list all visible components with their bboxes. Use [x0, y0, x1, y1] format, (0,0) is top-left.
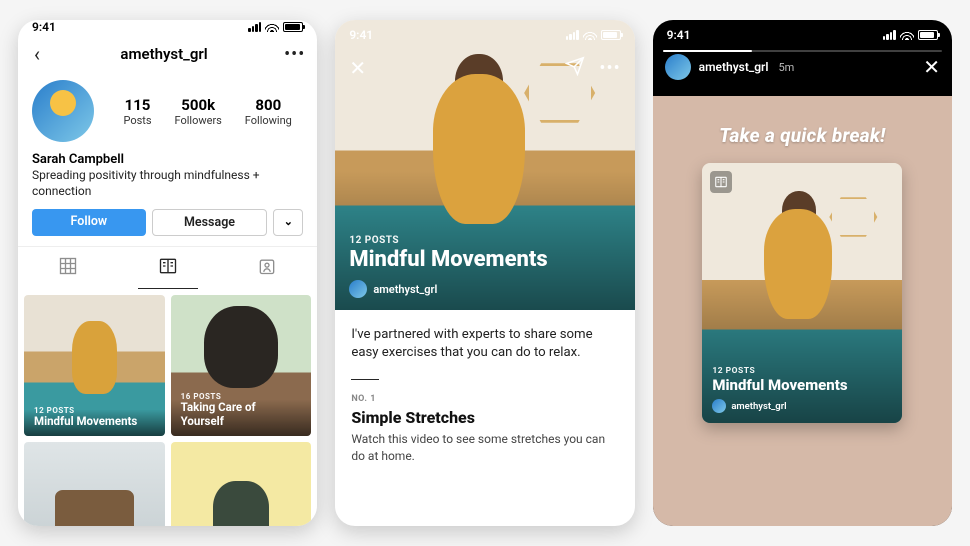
avatar[interactable]: [32, 80, 94, 142]
guides-icon: [158, 256, 178, 276]
story-guide-card[interactable]: 12 POSTS Mindful Movements amethyst_grl: [702, 163, 902, 423]
status-bar: 9:41: [335, 20, 634, 50]
story-headline: Take a quick break!: [719, 124, 885, 147]
cellular-icon: [248, 22, 261, 32]
paper-plane-icon: [565, 56, 585, 76]
story-card-text: 12 POSTS Mindful Movements amethyst_grl: [712, 366, 892, 414]
guide-title: Mindful Movements: [34, 415, 155, 428]
grid-icon: [58, 256, 78, 276]
status-bar: 9:41: [653, 20, 952, 50]
stat-following-num: 800: [245, 96, 292, 114]
guide-blurb: I've partnered with experts to share som…: [351, 326, 618, 363]
wifi-icon: [900, 30, 914, 40]
battery-icon: [918, 30, 938, 40]
guide-top-actions: ✕ •••: [335, 56, 634, 80]
tagged-icon: [257, 256, 277, 276]
guide-tile[interactable]: [171, 442, 312, 526]
cellular-icon: [883, 30, 896, 40]
story-meta: amethyst_grl 5m ✕: [653, 52, 952, 88]
stat-followers-num: 500k: [174, 96, 221, 114]
bio-text: Spreading positivity through mindfulness…: [32, 168, 303, 199]
guide-author[interactable]: amethyst_grl: [349, 280, 620, 298]
divider: [351, 379, 379, 381]
story-author-avatar[interactable]: [665, 54, 691, 80]
status-time: 9:41: [32, 20, 56, 34]
guide-post-count: 12 POSTS: [349, 235, 620, 246]
guide-detail-screen: 9:41 ✕ ••• 12 POSTS Mindful Movements am…: [335, 20, 634, 526]
status-time: 9:41: [349, 28, 373, 42]
more-button[interactable]: •••: [599, 58, 620, 79]
guide-tile[interactable]: [24, 442, 165, 526]
battery-icon: [283, 22, 303, 32]
stat-following-label: Following: [245, 114, 292, 127]
story-card-count: 12 POSTS: [712, 366, 892, 376]
close-button[interactable]: ✕: [923, 55, 940, 79]
tab-guides[interactable]: [118, 247, 218, 289]
stat-followers[interactable]: 500k Followers: [174, 96, 221, 127]
message-button[interactable]: Message: [152, 209, 268, 236]
suggested-dropdown-button[interactable]: ⌄: [273, 209, 303, 236]
stat-following[interactable]: 800 Following: [245, 96, 292, 127]
stat-followers-label: Followers: [174, 114, 221, 127]
tab-grid[interactable]: [18, 247, 118, 289]
wifi-icon: [265, 22, 279, 32]
back-button[interactable]: ‹: [30, 40, 44, 68]
status-icons: [883, 30, 938, 40]
author-avatar: [712, 399, 726, 413]
story-time: 5m: [779, 61, 795, 74]
guide-title: Taking Care of Yourself: [181, 401, 302, 427]
status-icons: [248, 22, 303, 32]
guide-thumbnail: [171, 442, 312, 526]
stat-posts-num: 115: [123, 96, 151, 114]
stat-posts-label: Posts: [123, 114, 151, 127]
tab-tagged[interactable]: [218, 247, 318, 289]
close-button[interactable]: ✕: [349, 56, 366, 80]
more-button[interactable]: •••: [284, 44, 305, 65]
section-number: NO. 1: [351, 394, 618, 404]
profile-screen: 9:41 ‹ amethyst_grl ••• 115 Posts 500k F…: [18, 20, 317, 526]
guide-post-count: 12 POSTS: [34, 406, 155, 415]
section-title: Simple Stretches: [351, 408, 618, 427]
story-screen: 9:41 amethyst_grl 5m ✕ Take a quick brea…: [653, 20, 952, 526]
status-time: 9:41: [667, 28, 691, 42]
profile-bio: Sarah Campbell Spreading positivity thro…: [18, 148, 317, 209]
story-username[interactable]: amethyst_grl: [699, 60, 769, 74]
guides-grid: 12 POSTS Mindful Movements 16 POSTS Taki…: [18, 289, 317, 526]
guide-body: I've partnered with experts to share som…: [335, 310, 634, 480]
status-bar: 9:41: [18, 20, 317, 34]
cellular-icon: [566, 30, 579, 40]
wifi-icon: [583, 30, 597, 40]
author-avatar: [349, 280, 367, 298]
battery-icon: [601, 30, 621, 40]
guide-thumbnail: [24, 442, 165, 526]
profile-actions: Follow Message ⌄: [18, 209, 317, 246]
guide-overlay: 12 POSTS Mindful Movements: [24, 398, 165, 436]
section-subtitle: Watch this video to see some stretches y…: [351, 431, 618, 463]
guide-tile[interactable]: 12 POSTS Mindful Movements: [24, 295, 165, 436]
share-button[interactable]: [565, 56, 585, 80]
guide-tile[interactable]: 16 POSTS Taking Care of Yourself: [171, 295, 312, 436]
author-username: amethyst_grl: [373, 283, 437, 296]
stat-posts[interactable]: 115 Posts: [123, 96, 151, 127]
guide-title: Mindful Movements: [349, 248, 620, 272]
story-canvas[interactable]: Take a quick break! 12 POSTS Mindful Mov…: [653, 96, 952, 526]
follow-button[interactable]: Follow: [32, 209, 146, 236]
profile-header: ‹ amethyst_grl •••: [18, 34, 317, 78]
stats-row: 115 Posts 500k Followers 800 Following: [112, 96, 303, 127]
guide-overlay: 16 POSTS Taking Care of Yourself: [171, 384, 312, 435]
display-name: Sarah Campbell: [32, 152, 303, 167]
story-card-title: Mindful Movements: [712, 377, 892, 394]
guide-hero-text: 12 POSTS Mindful Movements amethyst_grl: [349, 235, 620, 298]
profile-tabs: [18, 246, 317, 289]
story-card-author: amethyst_grl: [712, 399, 892, 413]
status-icons: [566, 30, 621, 40]
guide-hero: 9:41 ✕ ••• 12 POSTS Mindful Movements am…: [335, 20, 634, 310]
profile-top: 115 Posts 500k Followers 800 Following: [18, 78, 317, 148]
guide-post-count: 16 POSTS: [181, 392, 302, 401]
profile-username: amethyst_grl: [120, 45, 207, 63]
author-username: amethyst_grl: [731, 401, 786, 412]
